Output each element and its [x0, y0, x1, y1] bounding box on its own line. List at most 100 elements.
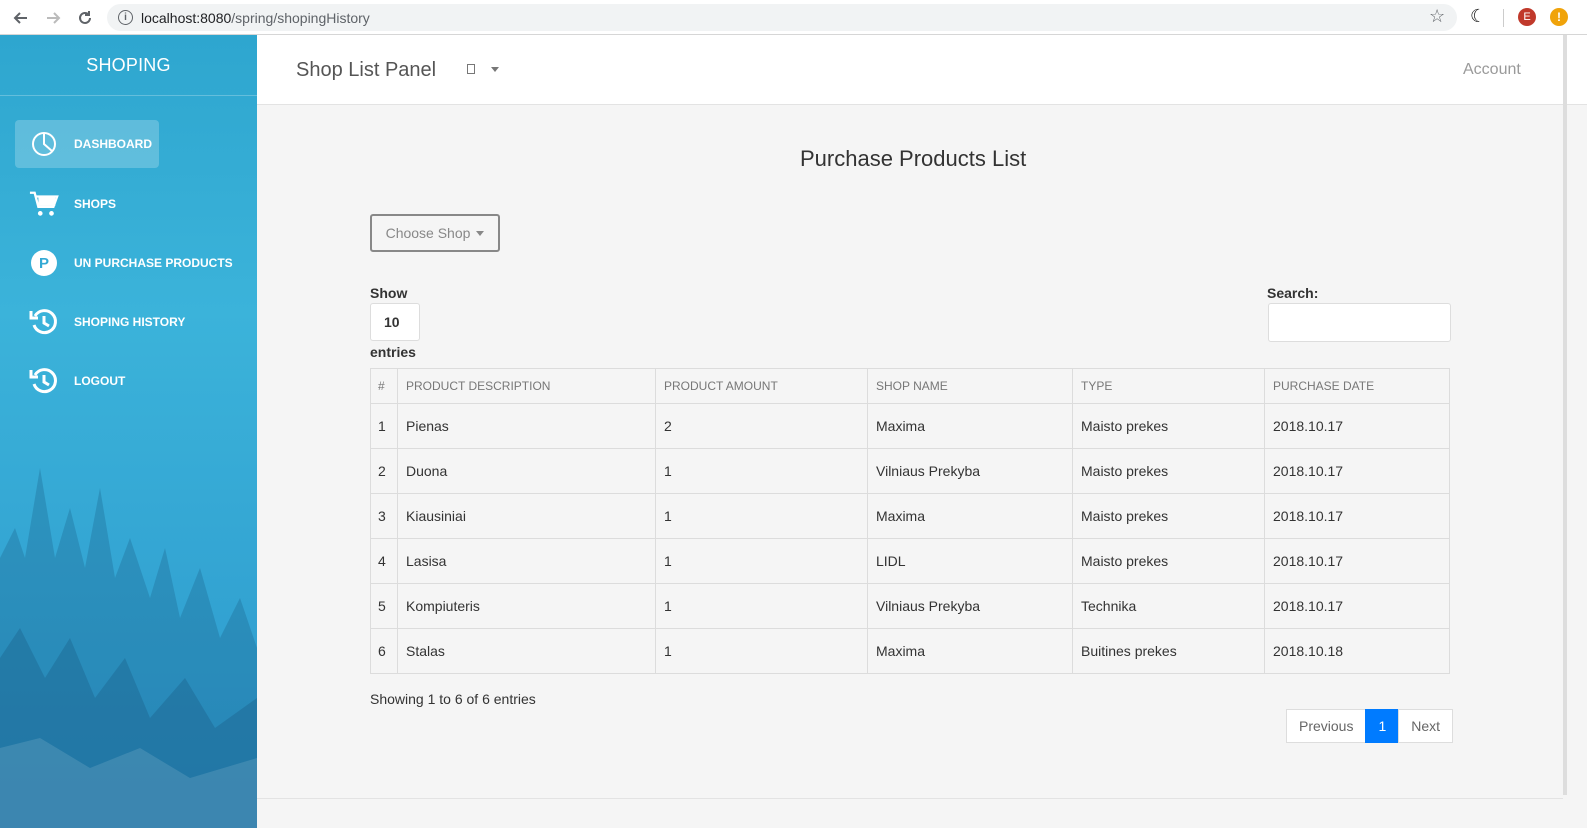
forward-arrow-icon[interactable]: [42, 7, 64, 29]
table-cell: Vilniaus Prekyba: [867, 448, 1073, 494]
table-cell: LIDL: [867, 538, 1073, 584]
main-content: Purchase Products List Choose Shop Show …: [257, 105, 1563, 828]
sidebar-item-label: UN PURCHASE PRODUCTS: [74, 256, 233, 270]
info-icon[interactable]: i: [118, 10, 133, 25]
search-input[interactable]: [1268, 303, 1451, 342]
table-cell: 5: [370, 583, 398, 629]
history-icon: [29, 366, 59, 396]
table-row: 6 Stalas 1 Maxima Buitines prekes 2018.1…: [370, 628, 1450, 674]
purchase-products-table: # PRODUCT DESCRIPTION PRODUCT AMOUNT SHO…: [370, 368, 1450, 674]
account-link[interactable]: Account: [1463, 61, 1521, 79]
chevron-down-icon[interactable]: [491, 67, 499, 72]
svg-text:P: P: [39, 255, 49, 272]
table-cell: Buitines prekes: [1072, 628, 1265, 674]
browser-toolbar: i localhost:8080/spring/shopingHistory ☆…: [0, 0, 1587, 35]
back-arrow-icon[interactable]: [10, 7, 32, 29]
table-cell: 6: [370, 628, 398, 674]
table-row: 4 Lasisa 1 LIDL Maisto prekes 2018.10.17: [370, 538, 1450, 584]
table-cell: 1: [655, 583, 868, 629]
reload-icon[interactable]: [74, 7, 96, 29]
entries-per-page-select[interactable]: 10: [370, 303, 420, 341]
sidebar: SHOPING DASHBOARD SHOPS P UN PURCHASE PR…: [0, 35, 257, 828]
table-cell: Kompiuteris: [397, 583, 656, 629]
entries-label: entries: [370, 344, 416, 360]
pagination-previous-button[interactable]: Previous: [1286, 709, 1367, 743]
table-cell: 2018.10.17: [1264, 403, 1450, 449]
table-cell: Kiausiniai: [397, 493, 656, 539]
pagination-page-button[interactable]: 1: [1365, 709, 1400, 743]
choose-shop-dropdown[interactable]: Choose Shop: [370, 214, 500, 252]
table-cell: 2: [370, 448, 398, 494]
url-text: localhost:8080/spring/shopingHistory: [141, 10, 370, 26]
column-header[interactable]: PURCHASE DATE: [1264, 368, 1450, 404]
sidebar-item-label: LOGOUT: [74, 374, 126, 388]
table-cell: 2: [655, 403, 868, 449]
table-cell: 1: [655, 628, 868, 674]
table-cell: Maisto prekes: [1072, 538, 1265, 584]
table-header-row: # PRODUCT DESCRIPTION PRODUCT AMOUNT SHO…: [370, 368, 1450, 404]
table-cell: Duona: [397, 448, 656, 494]
pagination-next-button[interactable]: Next: [1398, 709, 1454, 743]
table-cell: Maxima: [867, 628, 1073, 674]
bookmark-star-icon[interactable]: ☆: [1429, 6, 1445, 27]
sidebar-item-shoping-history[interactable]: SHOPING HISTORY: [15, 298, 235, 346]
table-cell: Technika: [1072, 583, 1265, 629]
sidebar-item-logout[interactable]: LOGOUT: [15, 357, 235, 405]
choose-shop-label: Choose Shop: [385, 225, 471, 241]
table-row: 2 Duona 1 Vilniaus Prekyba Maisto prekes…: [370, 448, 1450, 494]
table-cell: 4: [370, 538, 398, 584]
toolbar-divider: [1503, 9, 1504, 27]
chevron-down-icon: [476, 230, 485, 236]
table-cell: Maisto prekes: [1072, 448, 1265, 494]
top-navbar: Shop List Panel Account: [257, 35, 1587, 105]
pagination: Previous 1 Next: [1286, 709, 1454, 743]
moon-icon[interactable]: ☾: [1470, 6, 1486, 27]
table-cell: 2018.10.17: [1264, 448, 1450, 494]
table-cell: Maxima: [867, 403, 1073, 449]
footer-divider: [257, 798, 1563, 799]
table-row: 3 Kiausiniai 1 Maxima Maisto prekes 2018…: [370, 493, 1450, 539]
table-cell: 2018.10.17: [1264, 538, 1450, 584]
table-cell: 2018.10.17: [1264, 583, 1450, 629]
alert-icon[interactable]: !: [1550, 8, 1568, 26]
table-cell: Lasisa: [397, 538, 656, 584]
history-icon: [29, 307, 59, 337]
table-cell: Stalas: [397, 628, 656, 674]
brand-title[interactable]: SHOPING: [0, 35, 257, 96]
table-row: 1 Pienas 2 Maxima Maisto prekes 2018.10.…: [370, 403, 1450, 449]
sidebar-item-un-purchase-products[interactable]: P UN PURCHASE PRODUCTS: [15, 239, 240, 287]
table-info-text: Showing 1 to 6 of 6 entries: [370, 691, 536, 707]
panel-title: Shop List Panel: [296, 59, 437, 81]
table-cell: 1: [655, 493, 868, 539]
column-header[interactable]: PRODUCT DESCRIPTION: [397, 368, 656, 404]
table-cell: 1: [655, 448, 868, 494]
table-cell: Pienas: [397, 403, 656, 449]
search-label: Search:: [1267, 285, 1319, 301]
column-header[interactable]: PRODUCT AMOUNT: [655, 368, 868, 404]
table-cell: 2018.10.17: [1264, 493, 1450, 539]
column-header[interactable]: TYPE: [1072, 368, 1265, 404]
table-row: 5 Kompiuteris 1 Vilniaus Prekyba Technik…: [370, 583, 1450, 629]
scrollbar[interactable]: [1563, 35, 1567, 795]
sidebar-item-label: DASHBOARD: [74, 137, 152, 151]
table-cell: Maisto prekes: [1072, 403, 1265, 449]
table-cell: 3: [370, 493, 398, 539]
shopping-cart-icon: [29, 189, 59, 219]
pie-chart-icon: [29, 129, 59, 159]
forest-background-image: [0, 468, 257, 828]
table-cell: Vilniaus Prekyba: [867, 583, 1073, 629]
parking-p-icon: P: [29, 248, 59, 278]
table-cell: 1: [370, 403, 398, 449]
sidebar-item-shops[interactable]: SHOPS: [15, 180, 235, 228]
sidebar-item-label: SHOPS: [74, 197, 117, 211]
sidebar-item-label: SHOPING HISTORY: [74, 315, 186, 329]
table-cell: 2018.10.18: [1264, 628, 1450, 674]
column-header[interactable]: SHOP NAME: [867, 368, 1073, 404]
profile-avatar[interactable]: E: [1518, 8, 1536, 26]
address-bar[interactable]: i localhost:8080/spring/shopingHistory: [107, 4, 1457, 31]
toggle-square-icon[interactable]: [467, 64, 475, 74]
column-header[interactable]: #: [370, 368, 398, 404]
page-title: Purchase Products List: [800, 146, 1027, 171]
sidebar-item-dashboard[interactable]: DASHBOARD: [15, 120, 159, 168]
table-cell: Maxima: [867, 493, 1073, 539]
